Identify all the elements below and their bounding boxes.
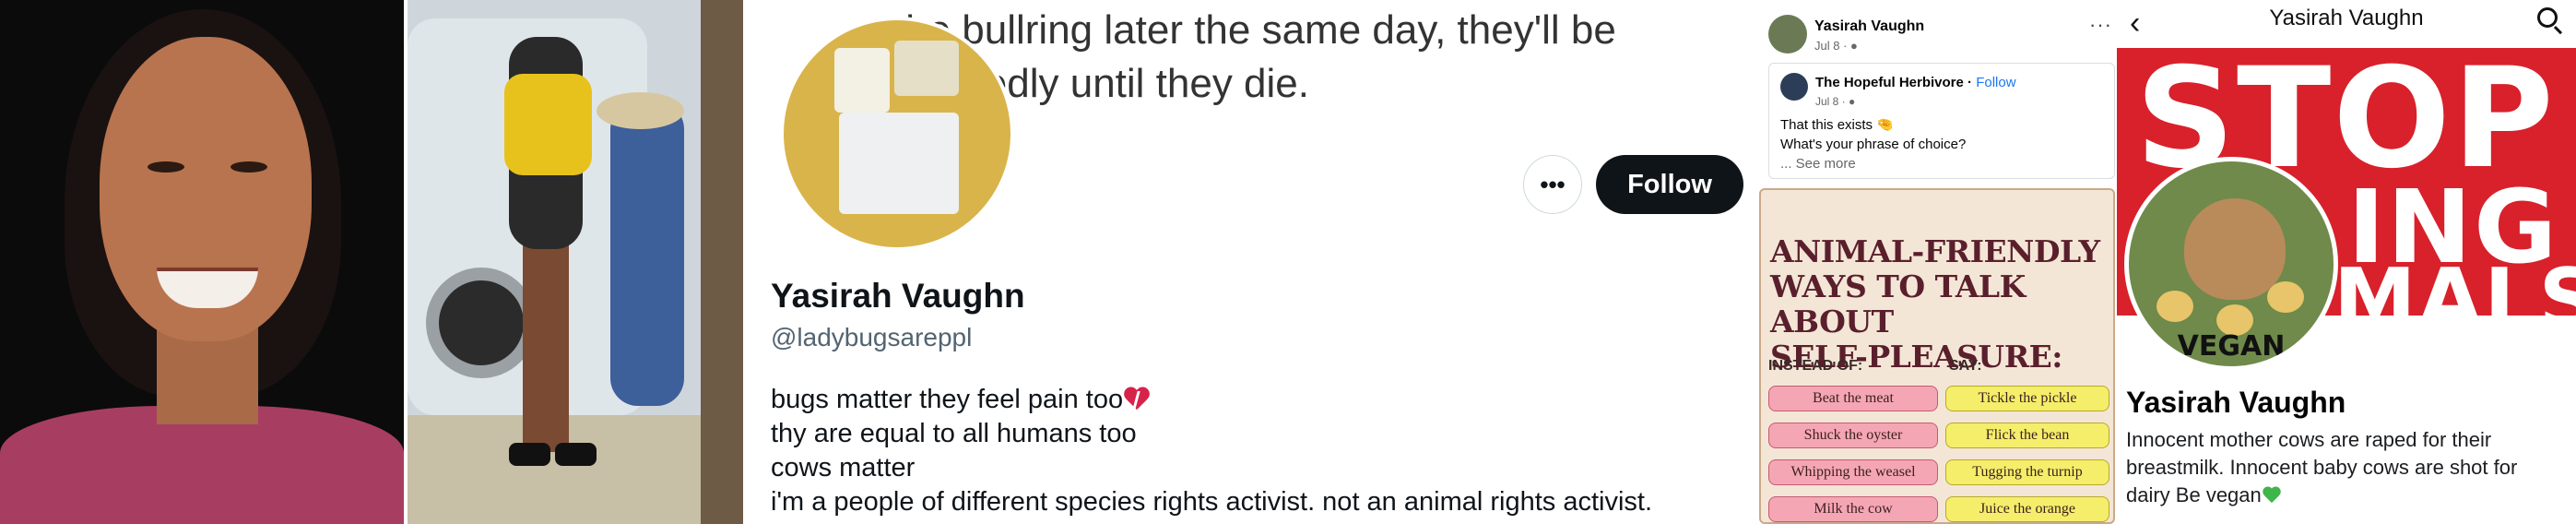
bio-line: cows matter	[771, 453, 916, 482]
street-photo	[408, 0, 743, 524]
person-shoe	[555, 443, 597, 466]
profile-avatar[interactable]	[780, 17, 1014, 251]
profile-picture[interactable]: VEGAN	[2124, 157, 2338, 371]
follow-button[interactable]: Follow	[1596, 155, 1743, 214]
green-heart-icon	[2262, 487, 2282, 506]
older-woman	[610, 101, 684, 406]
profile-handle: @ladybugsareppl	[771, 323, 973, 351]
hen	[2184, 198, 2286, 300]
search-icon[interactable]	[2537, 7, 2558, 28]
mobile-profile: Yasirah Vaughn ‹ STOP ING MALS VEGAN Yas…	[2117, 0, 2576, 524]
bio-line: i'm a people of different species rights…	[771, 487, 1653, 517]
more-options-button[interactable]: •••	[1523, 155, 1582, 214]
bio-line: thy are equal to all humans too	[771, 419, 1137, 448]
broken-heart-icon	[1123, 387, 1151, 413]
profile-bio: Innocent mother cows are raped for their…	[2126, 426, 2569, 509]
twitter-profile: ... the bullring later the same day, the…	[743, 0, 1757, 524]
author-name[interactable]: Yasirah Vaughn	[1814, 18, 1924, 35]
profile-name: Yasirah Vaughn	[771, 277, 1025, 315]
instead-phrase: Milk the cow	[1768, 496, 1938, 522]
shared-author-name[interactable]: The Hopeful Herbivore	[1815, 75, 1964, 90]
portrait-photo	[0, 0, 404, 524]
shared-text-line: What's your phrase of choice?	[1780, 137, 1967, 152]
shared-text-line: That this exists 🤏	[1780, 117, 1894, 133]
instead-phrase: Beat the meat	[1768, 386, 1938, 411]
sun-hat	[597, 92, 684, 129]
meme-title-line: ANIMAL-FRIENDLY	[1770, 233, 2100, 269]
cover-text: MALS	[2334, 251, 2576, 316]
say-phrase: Flick the bean	[1945, 423, 2109, 448]
profile-bio: bugs matter they feel pain too thy are e…	[771, 383, 1652, 519]
shared-follow-link[interactable]: Follow	[1976, 75, 2015, 90]
say-phrase: Tugging the turnip	[1945, 459, 2109, 485]
meme-title-line: WAYS TO TALK ABOUT	[1770, 268, 2026, 339]
back-chevron-icon[interactable]: ‹	[2130, 7, 2140, 39]
meme-title: ANIMAL-FRIENDLY WAYS TO TALK ABOUT SELF-…	[1770, 234, 2113, 375]
shared-date[interactable]: Jul 8 · ●	[1815, 95, 1855, 108]
person-shoe	[509, 443, 550, 466]
sticker	[894, 41, 959, 96]
facebook-post: Yasirah Vaughn Jul 8 · ● ··· The Hopeful…	[1757, 0, 2117, 524]
profile-picture-text: VEGAN	[2177, 330, 2286, 363]
post-date[interactable]: Jul 8 · ●	[1814, 39, 1858, 53]
bio-line: bugs matter they feel pain too	[771, 385, 1124, 414]
instead-phrase: Shuck the oyster	[1768, 423, 1938, 448]
portrait-left-eye	[148, 161, 184, 173]
profile-name: Yasirah Vaughn	[2126, 386, 2346, 419]
bio-line: breastmilk. Innocent baby cows are shot …	[2126, 456, 2518, 479]
portrait-right-eye	[230, 161, 267, 173]
say-header: SAY:	[1949, 358, 1982, 374]
instead-header: INSTEAD OF:	[1768, 358, 1863, 374]
bio-line: Innocent mother cows are raped for their	[2126, 428, 2492, 451]
shared-author: The Hopeful Herbivore · Follow	[1815, 75, 2016, 90]
sidewalk	[408, 415, 743, 524]
sticker-sheet	[839, 113, 959, 214]
say-phrase: Tickle the pickle	[1945, 386, 2109, 411]
bio-line: dairy Be vegan	[2126, 483, 2262, 506]
sticker	[834, 48, 890, 113]
tree-trunk	[701, 0, 743, 524]
top-bar-title: Yasirah Vaughn	[2269, 6, 2424, 30]
chick	[2157, 291, 2193, 322]
shared-author-avatar[interactable]	[1780, 73, 1808, 101]
person-yellow-shirt	[504, 74, 592, 175]
shared-text: That this exists 🤏 What's your phrase of…	[1780, 115, 1966, 173]
shared-post[interactable]: The Hopeful Herbivore · Follow Jul 8 · ●…	[1768, 63, 2115, 179]
author-avatar[interactable]	[1768, 15, 1807, 54]
see-more-link[interactable]: ... See more	[1780, 154, 1966, 173]
person-legs	[523, 240, 569, 452]
car-wheel	[426, 268, 537, 378]
meme-image[interactable]: ANIMAL-FRIENDLY WAYS TO TALK ABOUT SELF-…	[1759, 188, 2115, 524]
instead-phrase: Whipping the weasel	[1768, 459, 1938, 485]
chick	[2267, 281, 2304, 313]
say-phrase: Juice the orange	[1945, 496, 2109, 522]
top-bar: Yasirah Vaughn ‹	[2117, 0, 2576, 44]
post-menu-button[interactable]: ···	[2089, 13, 2112, 37]
